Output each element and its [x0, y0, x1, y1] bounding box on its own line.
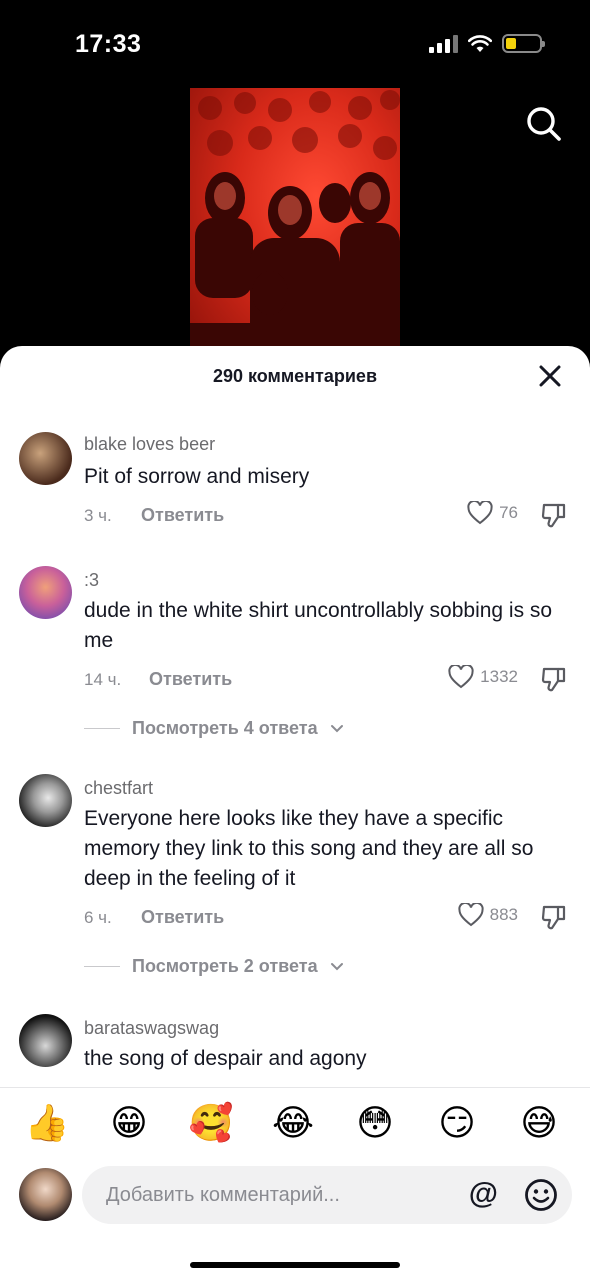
status-time: 17:33: [75, 30, 142, 58]
like-count: 883: [489, 905, 518, 924]
comment-item: blake loves beer Pit of sorrow and miser…: [0, 430, 590, 540]
view-replies-button[interactable]: Посмотреть 4 ответа: [84, 718, 344, 739]
view-replies-label: Посмотреть 2 ответа: [132, 956, 318, 976]
divider-line: [84, 966, 120, 967]
comment-input-placeholder: Добавить комментарий...: [106, 1184, 340, 1206]
search-icon[interactable]: [524, 104, 564, 144]
close-icon[interactable]: [536, 362, 564, 390]
view-replies-button[interactable]: Посмотреть 2 ответа: [84, 956, 344, 977]
comments-list: blake loves beer Pit of sorrow and miser…: [0, 406, 590, 1088]
emoji-flushed[interactable]: 😳: [352, 1102, 398, 1146]
comment-item: :3 dude in the white shirt uncontrollabl…: [0, 564, 590, 764]
battery-level: [506, 38, 516, 49]
emoji-grinning[interactable]: 😁: [106, 1102, 152, 1146]
video-area[interactable]: [0, 80, 590, 360]
battery-icon: [502, 34, 545, 53]
heart-icon: [467, 501, 493, 525]
comment-item: chestfart Everyone here looks like they …: [0, 772, 590, 1002]
sheet-header: 290 комментариев: [0, 346, 590, 406]
view-replies-label: Посмотреть 4 ответа: [132, 718, 318, 738]
comment-text: Pit of sorrow and misery: [84, 465, 310, 488]
comment-username[interactable]: chestfart: [84, 778, 153, 799]
quick-emoji-bar: 👍 😁 🥰 😂 😳 😏 😅: [0, 1094, 590, 1154]
comment-text: the song of despair and agony: [84, 1047, 367, 1070]
heart-icon: [458, 903, 484, 927]
avatar[interactable]: [19, 1014, 72, 1067]
home-indicator: [190, 1262, 400, 1268]
comment-input[interactable]: Добавить комментарий... @: [82, 1166, 572, 1224]
like-button[interactable]: 1332: [448, 665, 518, 689]
emoji-thumbs-up[interactable]: 👍: [24, 1102, 70, 1146]
crowd-image: [190, 90, 400, 360]
heart-icon: [448, 665, 474, 689]
comment-composer: Добавить комментарий... @: [0, 1164, 590, 1226]
like-button[interactable]: 883: [458, 903, 518, 927]
comment-time: 6 ч.: [84, 908, 112, 927]
chevron-down-icon: [330, 724, 343, 732]
reply-button[interactable]: Ответить: [149, 669, 232, 690]
avatar[interactable]: [19, 432, 72, 485]
comment-username[interactable]: barataswagswag: [84, 1018, 219, 1039]
emoji-picker-icon[interactable]: [524, 1178, 558, 1212]
reply-button[interactable]: Ответить: [141, 907, 224, 928]
comments-sheet: 290 комментариев blake loves beer Pit of…: [0, 346, 590, 1280]
video-thumbnail[interactable]: [190, 88, 400, 360]
emoji-smirking[interactable]: 😏: [434, 1102, 480, 1146]
emoji-sweat-smile[interactable]: 😅: [516, 1102, 562, 1146]
emoji-smiling-hearts[interactable]: 🥰: [188, 1102, 234, 1146]
emoji-tears-of-joy[interactable]: 😂: [270, 1102, 316, 1146]
chevron-down-icon: [330, 962, 343, 970]
cellular-signal-icon: [429, 34, 458, 53]
my-avatar[interactable]: [19, 1168, 72, 1221]
comment-time: 14 ч.: [84, 670, 122, 689]
comment-username[interactable]: blake loves beer: [84, 434, 215, 455]
status-icons: [429, 34, 545, 53]
like-count: 76: [499, 503, 518, 522]
reply-button[interactable]: Ответить: [141, 505, 224, 526]
like-count: 1332: [480, 667, 518, 686]
comment-time: 3 ч.: [84, 506, 112, 525]
dislike-icon[interactable]: [540, 665, 568, 693]
mention-button[interactable]: @: [469, 1178, 498, 1210]
dislike-icon[interactable]: [540, 501, 568, 529]
comment-text: Everyone here looks like they have a spe…: [84, 807, 534, 890]
avatar[interactable]: [19, 566, 72, 619]
comment-item: barataswagswag the song of despair and a…: [0, 1012, 590, 1088]
like-button[interactable]: 76: [467, 501, 518, 525]
divider: [0, 1087, 590, 1088]
comment-text: dude in the white shirt uncontrollably s…: [84, 599, 553, 652]
wifi-icon: [468, 34, 492, 52]
divider-line: [84, 728, 120, 729]
comments-count-title: 290 комментариев: [212, 366, 378, 386]
dislike-icon[interactable]: [540, 903, 568, 931]
comment-username[interactable]: :3: [84, 570, 99, 591]
avatar[interactable]: [19, 774, 72, 827]
status-bar: 17:33: [0, 0, 590, 80]
